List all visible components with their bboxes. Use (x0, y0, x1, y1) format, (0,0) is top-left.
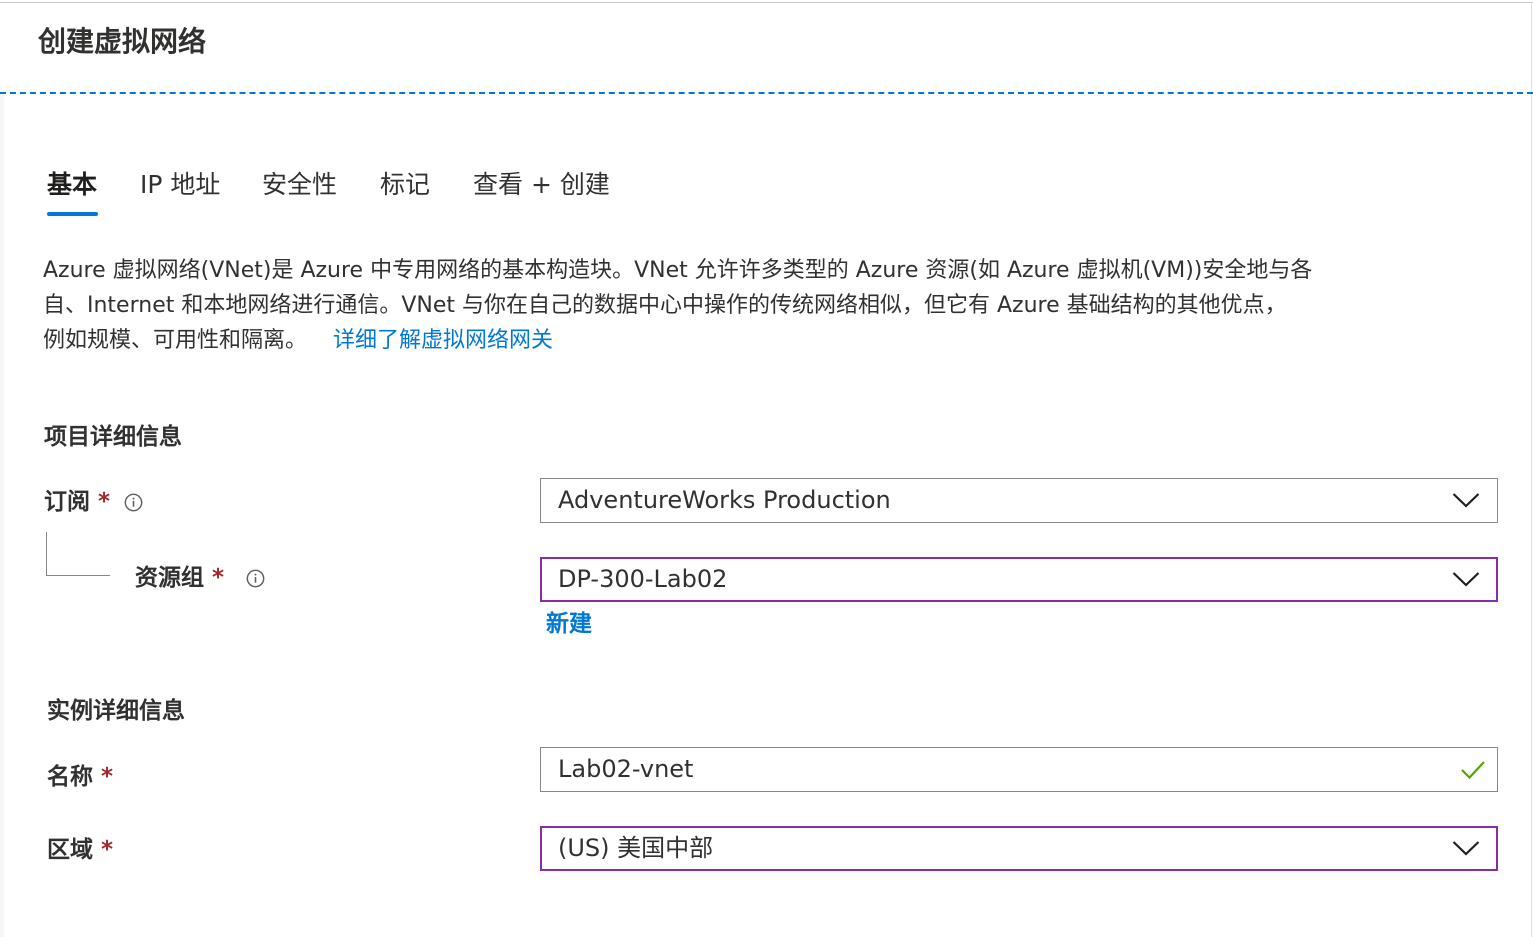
description-line-2: 自、Internet 和本地网络进行通信。VNet 与你在自己的数据中心中操作的… (43, 293, 1287, 318)
resource-group-label-text: 资源组 (135, 565, 204, 591)
chevron-down-icon (1452, 572, 1480, 587)
name-label: 名称 * (47, 761, 113, 793)
tab-security[interactable]: 安全性 (262, 168, 337, 202)
project-details-heading: 项目详细信息 (44, 424, 182, 450)
required-asterisk: * (98, 489, 111, 515)
vnet-name-value: Lab02-vnet (558, 755, 694, 783)
chevron-down-icon (1452, 493, 1480, 508)
page-title: 创建虚拟网络 (38, 25, 207, 58)
subscription-value: AdventureWorks Production (558, 486, 891, 514)
resource-group-value: DP-300-Lab02 (558, 565, 728, 593)
tab-ip-addresses[interactable]: IP 地址 (140, 168, 220, 202)
description-line-3-text: 例如规模、可用性和隔离。 (43, 328, 308, 353)
right-border (1531, 2, 1532, 937)
tree-connector-vertical (46, 532, 47, 576)
description: Azure 虚拟网络(VNet)是 Azure 中专用网络的基本构造块。VNet… (43, 253, 1483, 358)
tree-connector-horizontal (46, 575, 110, 576)
required-asterisk: * (212, 565, 225, 591)
header-divider (0, 92, 1533, 94)
info-circle-icon[interactable] (124, 493, 143, 512)
subscription-label: 订阅 * (44, 486, 110, 518)
top-border (0, 2, 1533, 3)
required-asterisk: * (101, 764, 114, 790)
chevron-down-icon (1452, 841, 1480, 856)
name-label-text: 名称 (47, 764, 93, 790)
tab-review-create[interactable]: 查看 + 创建 (473, 168, 610, 202)
description-line-1: Azure 虚拟网络(VNet)是 Azure 中专用网络的基本构造块。VNet… (43, 258, 1313, 283)
create-new-resource-group-link[interactable]: 新建 (546, 608, 592, 640)
region-label-text: 区域 (47, 837, 93, 863)
active-tab-indicator (47, 212, 98, 216)
region-value: (US) 美国中部 (558, 834, 714, 862)
required-asterisk: * (101, 837, 114, 863)
resource-group-label: 资源组 * (135, 562, 224, 594)
tab-basics[interactable]: 基本 (47, 168, 97, 202)
left-shade (0, 95, 4, 937)
tab-tags[interactable]: 标记 (380, 168, 430, 202)
resource-group-dropdown[interactable]: DP-300-Lab02 (540, 557, 1498, 602)
description-line-3: 例如规模、可用性和隔离。 详细了解虚拟网络网关 (43, 323, 1483, 358)
instance-details-heading: 实例详细信息 (47, 698, 185, 724)
region-dropdown[interactable]: (US) 美国中部 (540, 826, 1498, 871)
subscription-dropdown[interactable]: AdventureWorks Production (540, 478, 1498, 523)
subscription-label-text: 订阅 (44, 489, 90, 515)
checkmark-icon (1461, 761, 1485, 780)
info-circle-icon[interactable] (246, 569, 265, 588)
learn-more-link[interactable]: 详细了解虚拟网络网关 (333, 328, 553, 353)
vnet-name-input[interactable]: Lab02-vnet (540, 747, 1498, 792)
region-label: 区域 * (47, 834, 113, 866)
